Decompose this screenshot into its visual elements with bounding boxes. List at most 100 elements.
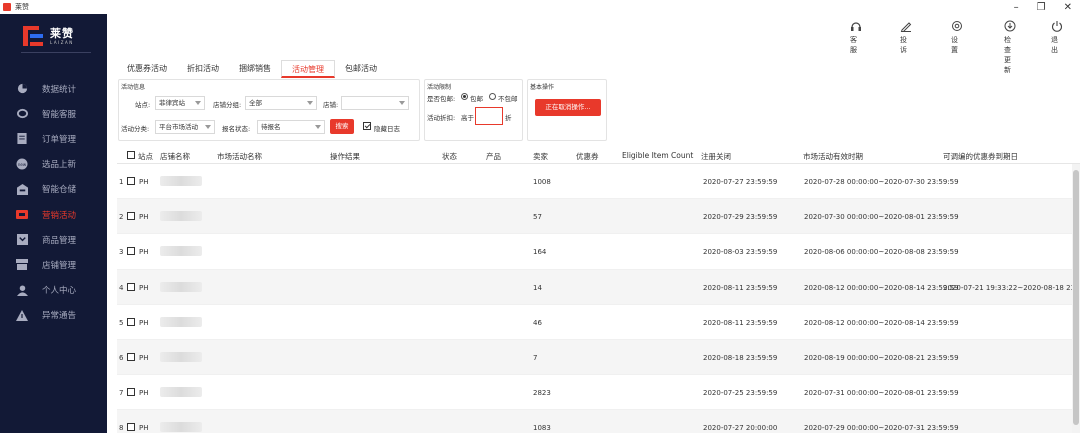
maximize-button[interactable]: ❐: [1037, 2, 1046, 13]
sidebar-item-new-products[interactable]: new 选品上新: [0, 152, 107, 177]
download-icon: [1004, 20, 1016, 32]
discount-input[interactable]: [475, 107, 503, 125]
tab-discount[interactable]: 折扣活动: [177, 60, 229, 78]
category-select[interactable]: 平台市场活动: [155, 120, 215, 134]
table-body: 1 PH 1008 2020-07-27 23:59:59 2020-07-28…: [117, 164, 1080, 433]
col-registration-close[interactable]: 注册关闭: [701, 151, 731, 162]
col-eligible-count[interactable]: Eligible Item Count: [622, 151, 693, 160]
row-registration-close: 2020-07-25 23:59:59: [703, 389, 778, 398]
row-checkbox[interactable]: [127, 423, 135, 432]
select-all-checkbox[interactable]: [127, 151, 135, 159]
store-group-select[interactable]: 全部: [245, 96, 317, 110]
table-header: 站点 店铺名称 市场活动名称 操作结果 状态 产品 卖家 优惠券 Eligibl…: [117, 148, 1080, 164]
table-row[interactable]: 4 PH 14 2020-08-11 23:59:59 2020-08-12 0…: [117, 269, 1080, 305]
minimize-button[interactable]: –: [1014, 2, 1019, 13]
row-valid-period: 2020-08-12 00:00:00~2020-08-14 23:59:59: [804, 318, 959, 327]
col-coupon[interactable]: 优惠券: [576, 151, 599, 162]
sidebar-nav: 数据统计 智能客服 订单管理 new 选品上新 智能仓储 营销活动 商品管理 店: [0, 76, 107, 328]
col-status[interactable]: 状态: [442, 151, 457, 162]
tab-coupon[interactable]: 优惠券活动: [117, 60, 177, 78]
sidebar-item-profile[interactable]: 个人中心: [0, 278, 107, 303]
site-select[interactable]: 菲律宾站: [155, 96, 205, 110]
row-checkbox[interactable]: [127, 247, 135, 256]
row-checkbox[interactable]: [127, 388, 135, 397]
sidebar-item-stores[interactable]: 店铺管理: [0, 252, 107, 277]
laizan-logo-icon: [21, 24, 45, 48]
vertical-scrollbar[interactable]: [1072, 164, 1080, 433]
free-ship-yes-radio[interactable]: [461, 93, 468, 100]
hide-log-checkbox[interactable]: [363, 122, 371, 130]
sidebar-item-stats[interactable]: 数据统计: [0, 76, 107, 101]
pen-icon: [900, 22, 912, 32]
title-bar: 莱赞 – ❐ ✕: [0, 0, 1080, 14]
col-site[interactable]: 站点: [138, 151, 153, 162]
store-select[interactable]: [341, 96, 409, 110]
scrollbar-thumb[interactable]: [1073, 170, 1079, 425]
settings-button[interactable]: 设置: [951, 20, 963, 55]
row-seller: 14: [533, 283, 542, 292]
row-checkbox[interactable]: [127, 317, 135, 326]
table-row[interactable]: 6 PH 7 2020-08-18 23:59:59 2020-08-19 00…: [117, 339, 1072, 376]
row-index: 5: [119, 318, 124, 327]
logout-button[interactable]: 退出: [1051, 20, 1063, 55]
row-registration-close: 2020-07-29 23:59:59: [703, 213, 778, 222]
row-checkbox[interactable]: [127, 352, 135, 361]
sidebar-item-alerts[interactable]: 异常通告: [0, 303, 107, 328]
col-store-name[interactable]: 店铺名称: [160, 151, 190, 162]
sidebar-item-warehouse[interactable]: 智能仓储: [0, 177, 107, 202]
tab-activity-management[interactable]: 活动管理: [281, 60, 335, 78]
blurred-store-name: [160, 387, 202, 398]
close-button[interactable]: ✕: [1064, 2, 1072, 13]
table-row[interactable]: 5 PH 46 2020-08-11 23:59:59 2020-08-12 0…: [117, 305, 1072, 340]
row-checkbox[interactable]: [127, 212, 135, 221]
col-result[interactable]: 操作结果: [330, 151, 360, 162]
col-seller[interactable]: 卖家: [533, 151, 548, 162]
check-update-button[interactable]: 检查更新: [1004, 20, 1016, 75]
table-row[interactable]: 7 PH 2823 2020-07-25 23:59:59 2020-07-31…: [117, 375, 1072, 411]
search-button[interactable]: 搜索: [330, 119, 354, 134]
row-valid-period: 2020-07-29 00:00:00~2020-07-31 23:59:59: [804, 424, 959, 433]
row-valid-period: 2020-08-12 00:00:00~2020-08-14 23:59:59: [804, 283, 959, 292]
tab-free-shipping[interactable]: 包邮活动: [335, 60, 387, 78]
sidebar-item-label: 商品管理: [42, 235, 77, 246]
sidebar-item-label: 店铺管理: [42, 260, 77, 271]
row-checkbox[interactable]: [127, 177, 135, 185]
svg-text:new: new: [18, 162, 27, 167]
table-row[interactable]: 1 PH 1008 2020-07-27 23:59:59 2020-07-28…: [117, 164, 1072, 200]
sidebar-item-orders[interactable]: 订单管理: [0, 126, 107, 151]
row-site: PH: [139, 353, 149, 362]
col-coupon-expiry[interactable]: 可调编的优惠券到期日: [943, 151, 1018, 162]
free-ship-no-radio[interactable]: [489, 93, 496, 100]
signup-status-select[interactable]: 待报名: [257, 120, 325, 134]
app-logo-icon: [3, 3, 11, 11]
table-row[interactable]: 3 PH 164 2020-08-03 23:59:59 2020-08-06 …: [117, 234, 1072, 270]
blurred-store-name: [160, 246, 202, 257]
col-activity-name[interactable]: 市场活动名称: [217, 151, 262, 162]
row-site: PH: [139, 178, 149, 186]
row-registration-close: 2020-07-27 23:59:59: [703, 178, 778, 186]
sidebar-item-marketing[interactable]: 营销活动: [0, 202, 107, 227]
warehouse-icon: [16, 183, 28, 195]
tab-bundle[interactable]: 捆绑销售: [229, 60, 281, 78]
power-icon: [1052, 21, 1062, 32]
activity-tabs: 优惠券活动 折扣活动 捆绑销售 活动管理 包邮活动: [117, 60, 387, 78]
table-row[interactable]: 2 PH 57 2020-07-29 23:59:59 2020-07-30 0…: [117, 199, 1072, 235]
row-seller: 46: [533, 318, 542, 327]
order-icon: [16, 133, 28, 145]
service-button[interactable]: 客服: [850, 20, 862, 55]
divider: [21, 52, 91, 53]
row-seller: 2823: [533, 389, 551, 398]
sidebar-item-label: 数据统计: [42, 84, 77, 95]
basic-ops-group: 基本操作 正在取消操作...: [527, 79, 607, 141]
col-product[interactable]: 产品: [486, 151, 501, 162]
sidebar-item-chat[interactable]: 智能客服: [0, 101, 107, 126]
row-site: PH: [139, 213, 149, 222]
complaint-button[interactable]: 投诉: [900, 20, 912, 55]
row-seller: 164: [533, 248, 547, 257]
cancel-operation-button[interactable]: 正在取消操作...: [535, 99, 601, 116]
chevron-down-icon: [195, 101, 201, 105]
row-checkbox[interactable]: [127, 282, 135, 291]
sidebar-item-products[interactable]: 商品管理: [0, 227, 107, 252]
col-valid-period[interactable]: 市场活动有效时期: [803, 151, 863, 162]
table-row[interactable]: 8 PH 1083 2020-07-27 20:00:00 2020-07-29…: [117, 410, 1072, 433]
